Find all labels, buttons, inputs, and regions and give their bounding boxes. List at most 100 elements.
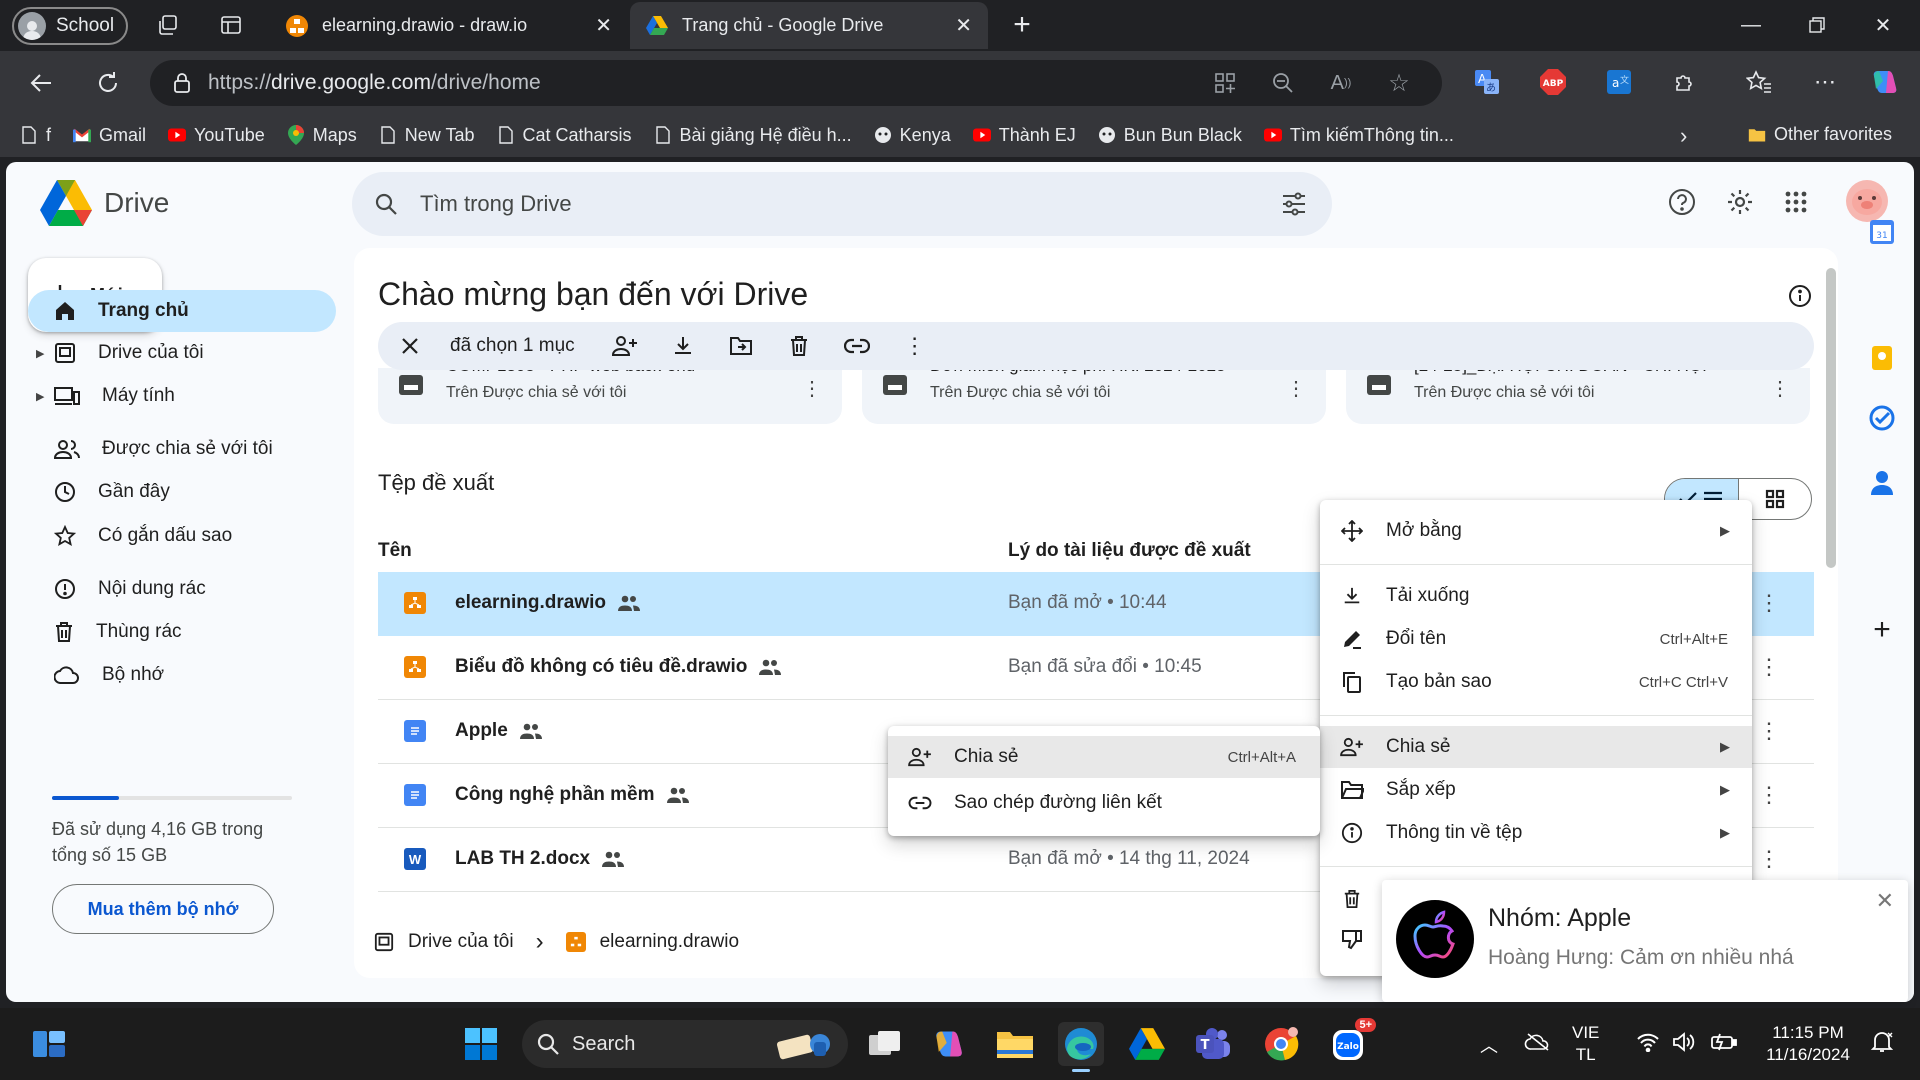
widgets-icon[interactable] xyxy=(26,1022,72,1066)
column-header-name[interactable]: Tên xyxy=(378,540,412,562)
breadcrumb-file[interactable]: elearning.drawio xyxy=(600,931,739,953)
bookmark-item[interactable]: Cat Catharsis xyxy=(497,125,632,146)
expand-caret-icon[interactable]: ▶ xyxy=(36,390,44,403)
menu-item-rename[interactable]: Đổi tên Ctrl+Alt+E xyxy=(1320,618,1752,660)
lock-icon[interactable] xyxy=(172,72,192,94)
tab-close-icon[interactable]: ✕ xyxy=(595,13,612,38)
google-drive-taskbar-icon[interactable] xyxy=(1124,1022,1170,1066)
copy-link-icon[interactable] xyxy=(839,328,875,364)
bookmark-item[interactable]: Thành EJ xyxy=(972,125,1076,146)
address-bar[interactable]: https://drive.google.com/drive/home A)) … xyxy=(150,60,1442,106)
translator-extension-icon[interactable]: a文 xyxy=(1602,65,1636,99)
bookmark-item[interactable]: Gmail xyxy=(73,125,146,146)
menu-item-open-with[interactable]: Mở bằng ▶ xyxy=(1320,510,1752,552)
new-tab-plus-icon[interactable]: + xyxy=(1006,8,1038,41)
favorite-star-icon[interactable]: ☆ xyxy=(1384,68,1414,98)
translate-extension-icon[interactable]: Aあ xyxy=(1470,65,1504,99)
menu-item-share[interactable]: Chia sẻ ▶ xyxy=(1320,726,1752,768)
google-apps-grid-icon[interactable] xyxy=(1780,186,1812,218)
vertical-tabs-icon[interactable] xyxy=(215,9,247,41)
battery-icon[interactable] xyxy=(1710,1032,1738,1052)
breadcrumb-root[interactable]: Drive của tôi xyxy=(408,931,514,953)
tab-close-icon[interactable]: ✕ xyxy=(955,13,972,38)
suggested-card[interactable]: [24-25]_ĐẠI HỘI CHI ĐOÀN - CHI HỘI Trên … xyxy=(1346,356,1810,424)
volume-icon[interactable] xyxy=(1672,1032,1696,1052)
menu-item-organize[interactable]: Sắp xếp ▶ xyxy=(1320,769,1752,811)
file-explorer-icon[interactable] xyxy=(992,1022,1038,1066)
sidebar-item-storage[interactable]: Bộ nhớ xyxy=(28,654,336,696)
clear-selection-close-icon[interactable] xyxy=(392,328,428,364)
download-icon[interactable] xyxy=(665,328,701,364)
zoom-out-icon[interactable] xyxy=(1268,68,1298,98)
bookmark-item[interactable]: f xyxy=(20,125,51,146)
task-view-icon[interactable] xyxy=(862,1022,908,1066)
clock[interactable]: 11:15 PM 11/16/2024 xyxy=(1760,1022,1856,1066)
more-vert-icon[interactable]: ⋮ xyxy=(897,328,933,364)
move-to-folder-icon[interactable] xyxy=(723,328,759,364)
sidebar-item-recent[interactable]: Gần đây xyxy=(28,471,336,513)
more-menu-icon[interactable]: ⋯ xyxy=(1808,65,1842,99)
copilot-taskbar-icon[interactable] xyxy=(926,1022,972,1066)
more-vert-icon[interactable]: ⋮ xyxy=(1758,846,1780,872)
sidebar-item-spam[interactable]: Nội dung rác xyxy=(28,568,336,610)
edge-browser-icon[interactable] xyxy=(1058,1022,1104,1072)
keep-icon[interactable] xyxy=(1868,344,1896,372)
search-options-tune-icon[interactable] xyxy=(1280,190,1308,218)
tab-drawio[interactable]: elearning.drawio - draw.io ✕ xyxy=(270,2,628,49)
teams-icon[interactable]: T xyxy=(1190,1022,1236,1066)
adblock-plus-icon[interactable]: ABP xyxy=(1536,65,1570,99)
add-addon-plus-icon[interactable]: + xyxy=(1868,613,1896,646)
notifications-bell-icon[interactable] xyxy=(1870,1030,1894,1054)
sidebar-item-my-drive[interactable]: ▶ Drive của tôi xyxy=(28,332,336,374)
calendar-icon[interactable]: 31 xyxy=(1868,218,1896,246)
menu-item-make-copy[interactable]: Tạo bản sao Ctrl+C Ctrl+V xyxy=(1320,661,1752,703)
more-vert-icon[interactable]: ⋮ xyxy=(1770,376,1790,401)
chrome-icon[interactable] xyxy=(1258,1022,1304,1066)
taskbar-search[interactable]: Search xyxy=(522,1020,848,1068)
copilot-icon[interactable] xyxy=(1868,65,1902,99)
menu-item-download[interactable]: Tải xuống xyxy=(1320,575,1752,617)
info-icon[interactable] xyxy=(1788,284,1812,308)
drive-logo[interactable]: Drive xyxy=(40,180,169,226)
search-icon[interactable] xyxy=(374,192,398,216)
refresh-icon[interactable] xyxy=(90,65,126,101)
bookmark-item[interactable]: Maps xyxy=(287,125,357,146)
favorites-icon[interactable] xyxy=(1742,65,1776,99)
onedrive-offline-icon[interactable] xyxy=(1524,1032,1552,1052)
profile-button[interactable]: School xyxy=(12,7,128,45)
sidebar-item-starred[interactable]: Có gắn dấu sao xyxy=(28,515,336,557)
contacts-icon[interactable] xyxy=(1868,468,1896,496)
workspaces-icon[interactable] xyxy=(152,9,184,41)
bookmarks-overflow-chevron-icon[interactable]: › xyxy=(1680,123,1687,149)
chat-notification[interactable]: Nhóm: Apple Hoàng Hưng: Cảm ơn nhiều nhá… xyxy=(1382,880,1908,1002)
bookmark-item[interactable]: YouTube xyxy=(168,125,265,146)
extensions-puzzle-icon[interactable] xyxy=(1668,65,1702,99)
wifi-icon[interactable] xyxy=(1636,1032,1660,1052)
more-vert-icon[interactable]: ⋮ xyxy=(1286,376,1306,401)
more-vert-icon[interactable]: ⋮ xyxy=(1758,782,1780,808)
submenu-item-copy-link[interactable]: Sao chép đường liên kết xyxy=(888,782,1320,824)
expand-caret-icon[interactable]: ▶ xyxy=(36,347,44,360)
bookmark-item[interactable]: Bài giảng Hệ điều h... xyxy=(654,125,852,146)
settings-gear-icon[interactable] xyxy=(1724,186,1756,218)
sidebar-item-trash[interactable]: Thùng rác xyxy=(28,611,336,653)
suggested-card[interactable]: COMP1305 - PHP web back-end Trên Được ch… xyxy=(378,356,842,424)
app-available-icon[interactable] xyxy=(1210,68,1240,98)
submenu-item-share[interactable]: Chia sẻ Ctrl+Alt+A xyxy=(888,736,1320,778)
other-favorites[interactable]: Other favorites xyxy=(1748,124,1892,145)
more-vert-icon[interactable]: ⋮ xyxy=(802,376,822,401)
start-windows-icon[interactable] xyxy=(458,1022,504,1066)
bookmark-item[interactable]: New Tab xyxy=(379,125,475,146)
share-person-add-icon[interactable] xyxy=(607,328,643,364)
tray-overflow-chevron-icon[interactable]: ︿ xyxy=(1480,1032,1498,1058)
sidebar-item-shared-with-me[interactable]: Được chia sẻ với tôi xyxy=(28,428,336,470)
back-icon[interactable] xyxy=(24,65,60,101)
read-aloud-icon[interactable]: A)) xyxy=(1326,68,1356,98)
sidebar-item-home[interactable]: Trang chủ xyxy=(28,290,336,332)
tasks-icon[interactable] xyxy=(1868,404,1896,432)
more-vert-icon[interactable]: ⋮ xyxy=(1758,590,1780,616)
minimize-icon[interactable]: — xyxy=(1716,0,1786,50)
bookmark-item[interactable]: Bun Bun Black xyxy=(1098,125,1242,146)
more-vert-icon[interactable]: ⋮ xyxy=(1758,718,1780,744)
menu-item-file-info[interactable]: Thông tin về tệp ▶ xyxy=(1320,812,1752,854)
